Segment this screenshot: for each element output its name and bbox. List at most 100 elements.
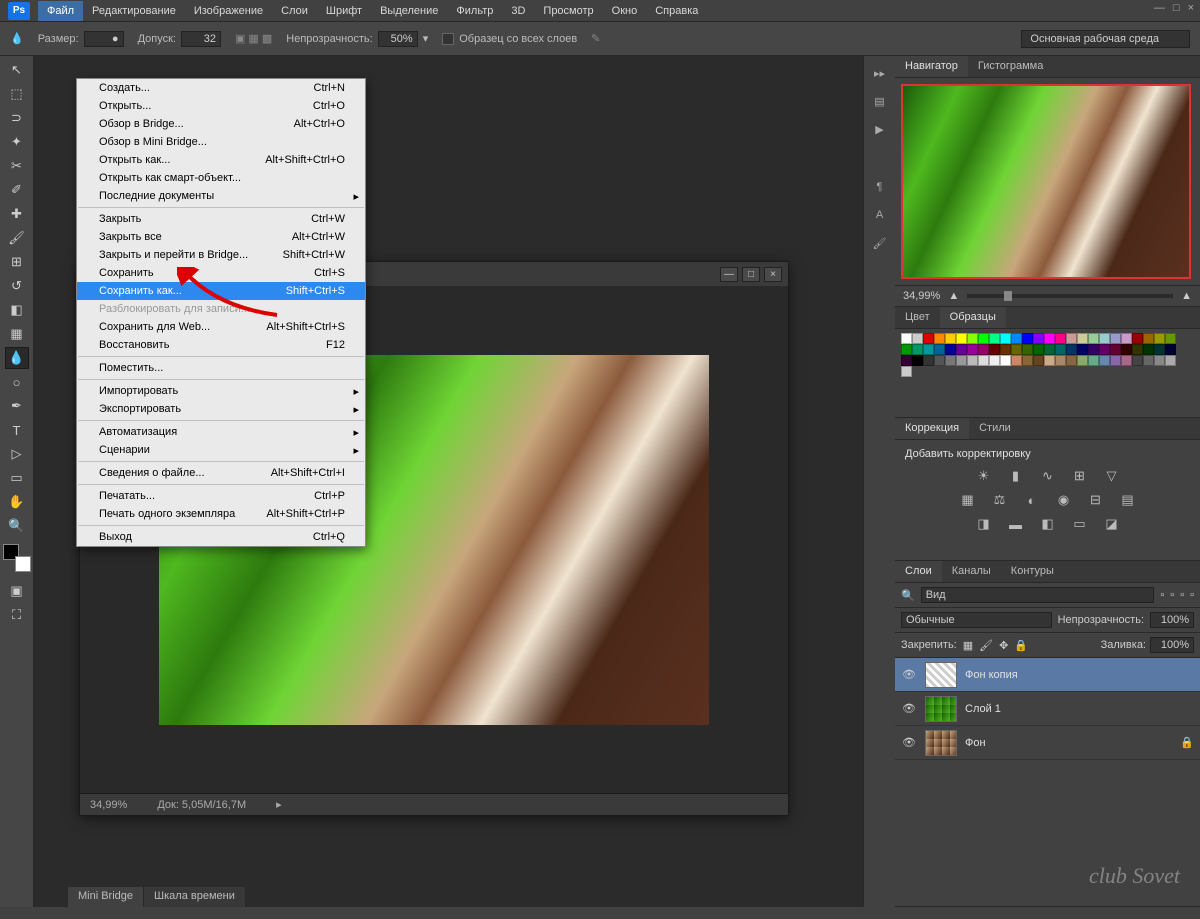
lock-all-icon[interactable]: 🔒 <box>1014 639 1028 652</box>
swatch[interactable] <box>1077 344 1088 355</box>
menu-item[interactable]: Печать одного экземпляраAlt+Shift+Ctrl+P <box>77 505 365 523</box>
layer-thumbnail[interactable] <box>925 662 957 688</box>
dodge-tool[interactable]: ○ <box>5 371 29 393</box>
swatch[interactable] <box>1132 344 1143 355</box>
swatch[interactable] <box>1154 355 1165 366</box>
menu-3d[interactable]: 3D <box>502 1 534 21</box>
wand-tool[interactable]: ✦ <box>5 131 29 153</box>
swatch[interactable] <box>1077 333 1088 344</box>
vibrance-icon[interactable]: ▽ <box>1102 468 1122 484</box>
swatch[interactable] <box>1143 344 1154 355</box>
eyedropper-tool[interactable]: ✐ <box>5 179 29 201</box>
swatch[interactable] <box>1154 333 1165 344</box>
swatch[interactable] <box>1110 355 1121 366</box>
swatch[interactable] <box>989 333 1000 344</box>
swatch[interactable] <box>1110 333 1121 344</box>
menu-item[interactable]: ВосстановитьF12 <box>77 336 365 354</box>
menu-item[interactable]: Создать...Ctrl+N <box>77 79 365 97</box>
swatch[interactable] <box>978 333 989 344</box>
type-tool[interactable]: T <box>5 419 29 441</box>
swatch[interactable] <box>1165 355 1176 366</box>
swatch[interactable] <box>1143 355 1154 366</box>
menu-item[interactable]: Сохранить для Web...Alt+Shift+Ctrl+S <box>77 318 365 336</box>
swatch[interactable] <box>967 333 978 344</box>
swatch[interactable] <box>912 344 923 355</box>
maximize-icon[interactable]: □ <box>1173 2 1180 14</box>
tolerance-field[interactable]: 32 <box>181 31 221 47</box>
swatch[interactable] <box>1044 344 1055 355</box>
menu-item[interactable]: Сценарии▸ <box>77 441 365 459</box>
swatch[interactable] <box>1088 344 1099 355</box>
swatch[interactable] <box>1099 333 1110 344</box>
threshold-icon[interactable]: ◧ <box>1038 516 1058 532</box>
swatch[interactable] <box>1099 344 1110 355</box>
menu-item[interactable]: Экспортировать▸ <box>77 400 365 418</box>
navigator-zoom-slider[interactable] <box>967 294 1173 298</box>
swatch[interactable] <box>934 333 945 344</box>
crop-tool[interactable]: ✂ <box>5 155 29 177</box>
sample-all-checkbox[interactable] <box>442 33 454 45</box>
menu-шрифт[interactable]: Шрифт <box>317 1 371 21</box>
curves-icon[interactable]: ∿ <box>1038 468 1058 484</box>
menu-item[interactable]: Открыть...Ctrl+O <box>77 97 365 115</box>
swatch[interactable] <box>1121 344 1132 355</box>
swatch[interactable] <box>956 344 967 355</box>
swatch[interactable] <box>967 344 978 355</box>
workspace-selector[interactable]: Основная рабочая среда <box>1021 30 1190 48</box>
fill-field[interactable]: 100% <box>1150 637 1194 653</box>
minimize-icon[interactable]: — <box>1154 2 1165 14</box>
bottom-tab[interactable]: Шкала времени <box>144 887 246 907</box>
menu-item[interactable]: ВыходCtrl+Q <box>77 528 365 546</box>
navigator-zoom-value[interactable]: 34,99% <box>903 290 940 302</box>
swatch[interactable] <box>1055 344 1066 355</box>
menu-выделение[interactable]: Выделение <box>371 1 447 21</box>
paragraph-panel-icon[interactable]: A <box>870 206 890 224</box>
tab-paths[interactable]: Контуры <box>1001 561 1064 582</box>
visibility-icon[interactable]: 👁 <box>901 702 917 715</box>
tab-adjustments[interactable]: Коррекция <box>895 418 969 439</box>
menu-item[interactable]: Импортировать▸ <box>77 382 365 400</box>
marquee-tool[interactable]: ⬚ <box>5 83 29 105</box>
menu-item[interactable]: Обзор в Mini Bridge... <box>77 133 365 151</box>
pen-tool[interactable]: ✒ <box>5 395 29 417</box>
gradientmap-icon[interactable]: ▭ <box>1070 516 1090 532</box>
zoom-level[interactable]: 34,99% <box>90 799 127 811</box>
swatch[interactable] <box>1077 355 1088 366</box>
swatch[interactable] <box>1000 355 1011 366</box>
tab-navigator[interactable]: Навигатор <box>895 56 968 77</box>
invert-icon[interactable]: ◨ <box>974 516 994 532</box>
colorlookup-icon[interactable]: ▤ <box>1118 492 1138 508</box>
hue-icon[interactable]: ▦ <box>958 492 978 508</box>
actions-panel-icon[interactable]: ▤ <box>870 92 890 110</box>
lasso-tool[interactable]: ⊃ <box>5 107 29 129</box>
doc-maximize-icon[interactable]: □ <box>742 267 760 282</box>
tab-color[interactable]: Цвет <box>895 307 940 328</box>
menu-справка[interactable]: Справка <box>646 1 707 21</box>
swatch[interactable] <box>1000 333 1011 344</box>
swatch[interactable] <box>1088 333 1099 344</box>
swatch[interactable] <box>1066 344 1077 355</box>
swatch[interactable] <box>1088 355 1099 366</box>
menu-item[interactable]: Открыть как смарт-объект... <box>77 169 365 187</box>
swatch[interactable] <box>1143 333 1154 344</box>
zoom-out-icon[interactable]: ▲ <box>948 290 959 302</box>
swatch[interactable] <box>1022 333 1033 344</box>
swatch[interactable] <box>1121 333 1132 344</box>
eraser-tool[interactable]: ◧ <box>5 299 29 321</box>
layer-item[interactable]: 👁Слой 1 <box>895 692 1200 726</box>
swatch[interactable] <box>1000 344 1011 355</box>
menu-item[interactable]: Закрыть всеAlt+Ctrl+W <box>77 228 365 246</box>
tab-swatches[interactable]: Образцы <box>940 307 1006 328</box>
tab-layers[interactable]: Слои <box>895 561 942 582</box>
tab-channels[interactable]: Каналы <box>942 561 1001 582</box>
close-icon[interactable]: × <box>1188 2 1194 14</box>
shape-tool[interactable]: ▭ <box>5 467 29 489</box>
swatch[interactable] <box>934 355 945 366</box>
hand-tool[interactable]: ✋ <box>5 491 29 513</box>
swatch[interactable] <box>901 333 912 344</box>
swatch[interactable] <box>989 344 1000 355</box>
levels-icon[interactable]: ▮ <box>1006 468 1026 484</box>
swatch[interactable] <box>945 355 956 366</box>
menu-item[interactable]: Открыть как...Alt+Shift+Ctrl+O <box>77 151 365 169</box>
swatch[interactable] <box>956 333 967 344</box>
